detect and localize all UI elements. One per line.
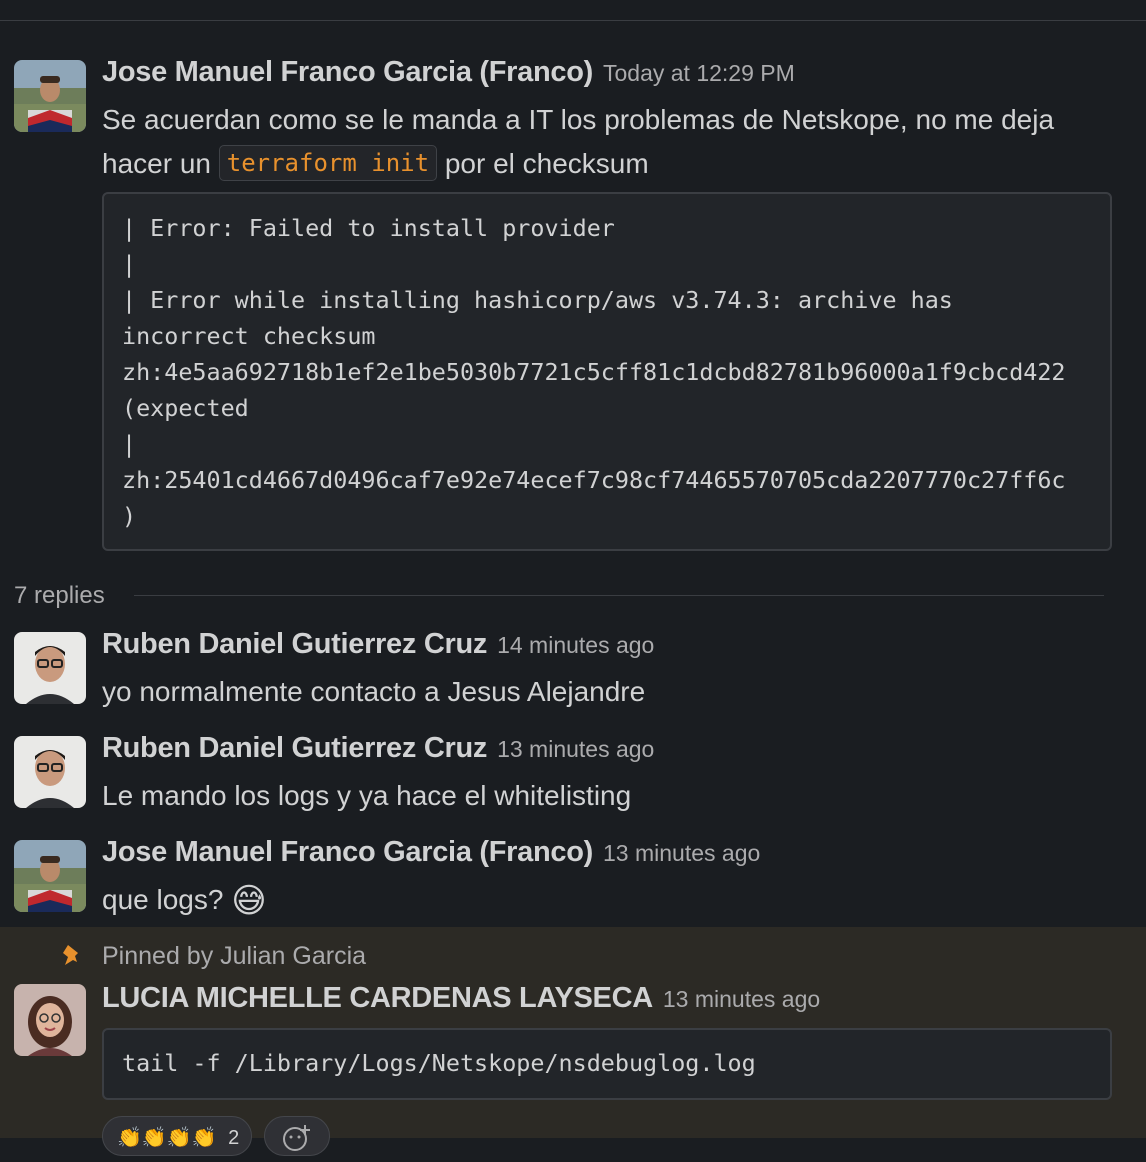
code-block: tail -f /Library/Logs/Netskope/nsdebuglo… <box>102 1028 1112 1100</box>
avatar[interactable] <box>14 840 86 912</box>
code-line: tail -f /Library/Logs/Netskope/nsdebuglo… <box>122 1049 756 1077</box>
avatar[interactable] <box>14 632 86 704</box>
pinned-by-label: Pinned by Julian Garcia <box>102 942 367 970</box>
add-reaction-icon <box>283 1125 310 1151</box>
author-name[interactable]: Jose Manuel Franco Garcia (Franco) 13 min… <box>102 836 760 869</box>
reaction-clap[interactable]: 👏👏👏👏 2 <box>102 1116 252 1156</box>
message-line-2: hacer un terraform init por el checksum <box>102 142 1054 186</box>
timestamp[interactable]: 13 minutes ago <box>497 736 654 762</box>
clap-emoji: 👏👏👏👏 <box>117 1127 217 1149</box>
code-line: | <box>122 430 137 458</box>
timestamp[interactable]: 14 minutes ago <box>497 632 654 658</box>
timestamp[interactable]: 13 minutes ago <box>663 986 820 1012</box>
avatar[interactable] <box>14 60 86 132</box>
code-line: | Error: Failed to install provider <box>122 214 615 242</box>
replies-count: 7 replies <box>14 582 105 609</box>
code-line: zh:4e5aa692718b1ef2e1be5030b7721c5cff81c… <box>122 358 1066 386</box>
top-divider <box>0 20 1146 21</box>
code-line: incorrect checksum <box>122 322 376 350</box>
code-line: | <box>122 250 137 278</box>
add-reaction-button[interactable] <box>264 1116 330 1156</box>
avatar[interactable] <box>14 984 86 1056</box>
reaction-count: 2 <box>228 1127 240 1149</box>
author-name[interactable]: Ruben Daniel Gutierrez Cruz 13 minutes ag… <box>102 732 654 765</box>
author-name[interactable]: LUCIA MICHELLE CARDENAS LAYSECA 13 minute… <box>102 982 820 1015</box>
divider <box>134 595 1104 596</box>
code-line: zh:25401cd4667d0496caf7e92e74ecef7c98cf7… <box>122 466 1066 494</box>
message-text: que logs? 😅 <box>102 882 267 920</box>
timestamp[interactable]: Today at 12:29 PM <box>603 60 795 86</box>
code-line: ) <box>122 502 137 530</box>
author-name[interactable]: Jose Manuel Franco Garcia (Franco) Today … <box>102 56 795 89</box>
message-text: Se acuerdan como se le manda a IT los pr… <box>102 98 1054 186</box>
code-block: | Error: Failed to install provider | | … <box>102 192 1112 551</box>
timestamp[interactable]: 13 minutes ago <box>603 840 760 866</box>
avatar[interactable] <box>14 736 86 808</box>
replies-divider-row: 7 replies <box>14 578 1104 614</box>
inline-code: terraform init <box>218 145 438 181</box>
message-text: yo normalmente contacto a Jesus Alejandr… <box>102 676 646 707</box>
message-text: Le mando los logs y ya hace el whitelist… <box>102 780 632 811</box>
code-line: (expected <box>122 394 249 422</box>
pin-icon <box>63 945 78 965</box>
message-line-1: Se acuerdan como se le manda a IT los pr… <box>102 104 1055 135</box>
code-line: | Error while installing hashicorp/aws v… <box>122 286 953 314</box>
author-name[interactable]: Ruben Daniel Gutierrez Cruz 14 minutes ag… <box>102 628 654 661</box>
emoji-sweat-smile: 😅 <box>231 882 267 920</box>
